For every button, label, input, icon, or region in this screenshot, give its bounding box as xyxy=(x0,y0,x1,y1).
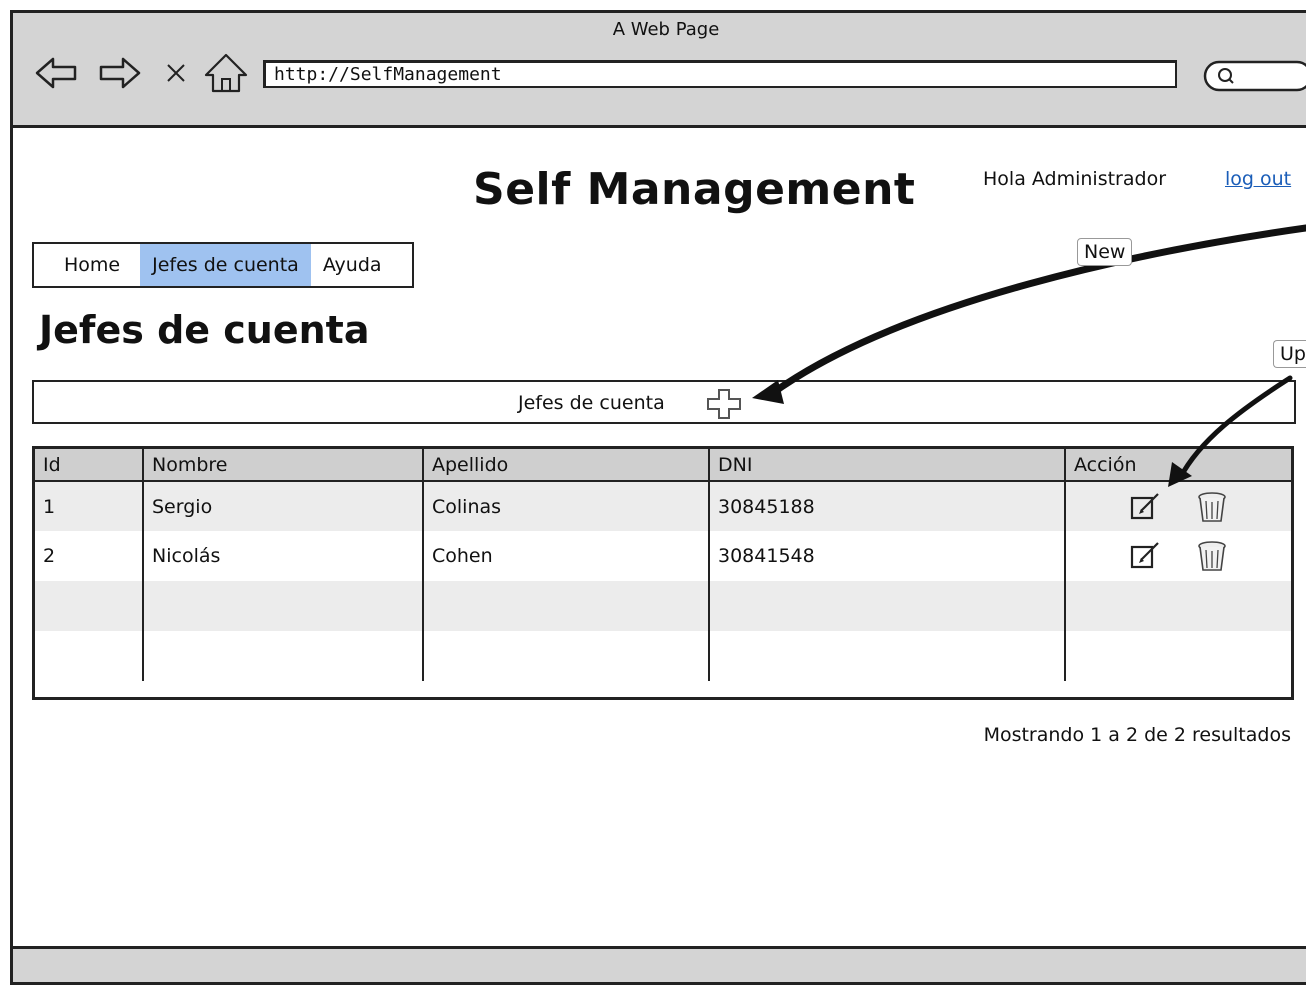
trash-icon[interactable] xyxy=(1194,489,1230,525)
search-icon[interactable] xyxy=(1203,60,1306,92)
column-header-id[interactable]: Id xyxy=(35,449,143,482)
results-summary: Mostrando 1 a 2 de 2 resultados xyxy=(983,724,1291,746)
column-header-dni[interactable]: DNI xyxy=(708,449,1065,482)
trash-icon[interactable] xyxy=(1194,538,1230,574)
cell-nombre: Sergio xyxy=(142,481,423,531)
table-header-row: Id Nombre Apellido DNI Acción xyxy=(35,449,1291,482)
cell-apellido: Cohen xyxy=(422,531,709,581)
empty-cell xyxy=(35,631,143,681)
group-label: Jefes de cuenta xyxy=(518,392,665,414)
column-header-apellido[interactable]: Apellido xyxy=(422,449,709,482)
table-row[interactable]: 1 Sergio Colinas 30845188 xyxy=(35,481,1291,531)
close-x-icon[interactable] xyxy=(161,51,191,95)
group-header-bar: Jefes de cuenta xyxy=(32,380,1296,424)
user-greeting: Hola Administrador xyxy=(983,168,1167,190)
forward-arrow-icon[interactable] xyxy=(97,51,143,95)
empty-cell xyxy=(142,631,423,681)
callout-new: New xyxy=(1077,238,1133,266)
app-title: Self Management xyxy=(473,164,916,215)
edit-icon[interactable] xyxy=(1127,538,1163,574)
empty-cell xyxy=(422,631,709,681)
table-row-empty xyxy=(35,631,1291,681)
cell-nombre: Nicolás xyxy=(142,531,423,581)
back-arrow-icon[interactable] xyxy=(33,51,79,95)
page-heading: Jefes de cuenta xyxy=(39,308,370,352)
main-menu: Home Jefes de cuenta Ayuda xyxy=(32,242,414,288)
cell-id: 1 xyxy=(35,481,143,531)
menu-item-jefes-de-cuenta[interactable]: Jefes de cuenta xyxy=(140,244,311,286)
empty-cell xyxy=(1064,631,1291,681)
address-bar[interactable]: http://SelfManagement xyxy=(263,60,1177,88)
empty-cell xyxy=(1064,581,1291,631)
empty-cell xyxy=(708,631,1065,681)
cell-id: 2 xyxy=(43,545,56,567)
column-header-nombre[interactable]: Nombre xyxy=(142,449,423,482)
logout-link[interactable]: log out xyxy=(1225,168,1291,190)
home-icon[interactable] xyxy=(203,51,249,95)
cell-accion xyxy=(1064,531,1291,581)
cell-dni: 30845188 xyxy=(708,481,1065,531)
cell-apellido: Colinas xyxy=(422,481,709,531)
status-bar xyxy=(13,946,1306,982)
edit-icon[interactable] xyxy=(1127,489,1163,525)
cell-dni: 30841548 xyxy=(708,531,1065,581)
empty-cell xyxy=(422,581,709,631)
plus-icon[interactable] xyxy=(706,388,742,420)
empty-cell xyxy=(708,581,1065,631)
browser-chrome: A Web Page http://SelfManagement xyxy=(13,13,1306,128)
table-row[interactable]: 2 Nicolás Cohen 30841548 xyxy=(35,531,1291,581)
callout-update: Up xyxy=(1273,340,1306,368)
empty-cell xyxy=(142,581,423,631)
menu-item-home[interactable]: Home xyxy=(34,244,140,286)
column-header-accion: Acción xyxy=(1064,449,1291,482)
window-title: A Web Page xyxy=(612,19,720,40)
table-row-empty xyxy=(35,581,1291,631)
jefes-table: Id Nombre Apellido DNI Acción 1 Sergio C… xyxy=(32,446,1294,700)
browser-window: A Web Page http://SelfManagement Self Ma… xyxy=(10,10,1306,985)
cell-accion xyxy=(1064,481,1291,531)
menu-item-ayuda[interactable]: Ayuda xyxy=(311,244,412,286)
empty-cell xyxy=(35,581,143,631)
